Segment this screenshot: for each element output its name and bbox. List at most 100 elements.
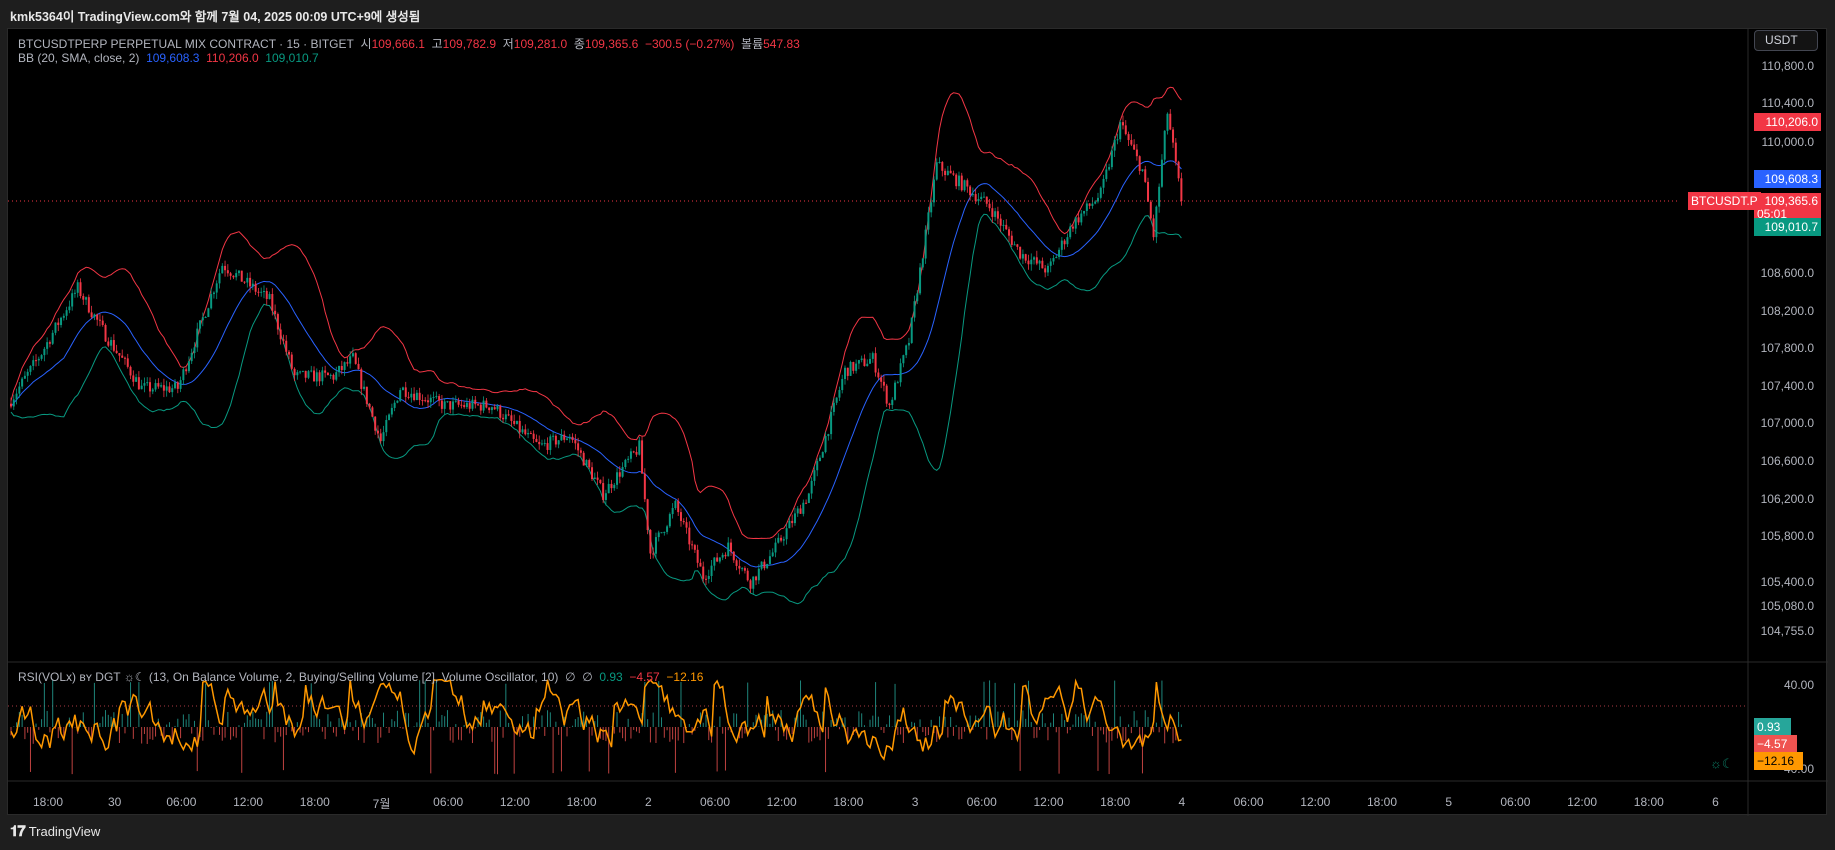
candle-body	[535, 438, 538, 442]
candle-body	[454, 400, 457, 402]
candle-body	[955, 174, 958, 187]
candle-body	[735, 560, 738, 566]
time-tick: 12:00	[1567, 795, 1598, 809]
currency-button[interactable]: USDT	[1754, 30, 1818, 51]
candle-body	[1158, 186, 1161, 207]
candle-body	[187, 361, 190, 372]
candle-body	[791, 520, 794, 524]
candle-body	[432, 396, 435, 398]
candle-body	[1083, 210, 1086, 214]
candle-body	[232, 275, 235, 278]
symbol-name[interactable]: BTCUSDTPERP PERPETUAL MIX CONTRACT · 15 …	[18, 37, 354, 51]
candle-body	[1160, 159, 1163, 187]
high-value: 109,782.9	[442, 37, 497, 51]
symbol-tag: BTCUSDT.P	[1688, 192, 1761, 210]
candle-body	[146, 382, 149, 384]
tv-logo-icon: 𝟏𝟕	[10, 823, 26, 840]
candle-body	[396, 400, 399, 403]
candle-body	[488, 407, 491, 411]
oscillator-title[interactable]: RSI(VOLx) ʙʏ DGT ☼☾ (13, On Balance Volu…	[18, 670, 558, 684]
candle-body	[652, 553, 655, 555]
time-tick: 06:00	[433, 795, 464, 809]
candle-body	[313, 370, 316, 382]
candle-body	[896, 382, 899, 384]
chart-frame[interactable]: BTCUSDTPERP PERPETUAL MIX CONTRACT · 15 …	[7, 28, 1828, 816]
candle-body	[685, 522, 688, 528]
candle-body	[251, 283, 254, 287]
candle-body	[151, 389, 154, 392]
candle-body	[938, 162, 941, 164]
candle-body	[802, 502, 805, 514]
candle-body	[524, 429, 527, 435]
candle-body	[126, 358, 129, 367]
candle-body	[301, 370, 304, 372]
candle-body	[1002, 224, 1005, 226]
candle-body	[1147, 181, 1150, 202]
candle-body	[835, 397, 838, 403]
candle-body	[368, 403, 371, 408]
candle-body	[1105, 169, 1108, 179]
candle-body	[902, 355, 905, 364]
candle-body	[629, 451, 632, 459]
candle-body	[427, 400, 429, 403]
candle-body	[118, 353, 121, 356]
candle-body	[571, 436, 574, 440]
candle-body	[48, 342, 51, 344]
candle-body	[421, 400, 424, 402]
candle-body	[463, 405, 466, 408]
candle-body	[1055, 256, 1058, 259]
candle-body	[196, 328, 199, 348]
candle-body	[304, 370, 307, 378]
candle-body	[718, 557, 721, 562]
candle-body	[176, 382, 179, 389]
candle-body	[276, 314, 279, 330]
candle-body	[174, 382, 177, 389]
bb-upper-value: 110,206.0	[206, 51, 259, 65]
candle-body	[54, 322, 57, 333]
candle-body	[944, 170, 947, 176]
osc-value-3-tag: −12.16	[1754, 752, 1803, 770]
osc-value-2-tag: −4.57	[1754, 735, 1797, 753]
candle-body	[696, 549, 699, 563]
change-value: −300.5 (−0.27%)	[644, 37, 735, 51]
candle-body	[743, 568, 746, 571]
candle-body	[410, 393, 413, 398]
time-tick: 18:00	[299, 795, 330, 809]
candle-body	[162, 385, 165, 391]
candle-body	[766, 563, 769, 569]
candle-body	[343, 362, 346, 370]
candle-body	[154, 383, 157, 390]
time-tick: 30	[108, 795, 122, 809]
candle-body	[899, 363, 902, 383]
candle-body	[379, 433, 382, 442]
candle-body	[243, 281, 246, 283]
candle-body	[971, 194, 974, 196]
candle-body	[752, 576, 755, 589]
candle-body	[654, 537, 657, 554]
candle-body	[894, 382, 897, 400]
candle-body	[123, 357, 126, 359]
candle-body	[579, 450, 582, 453]
candle-body	[282, 339, 285, 341]
candle-body	[980, 196, 983, 200]
candle-body	[1166, 113, 1169, 131]
candle-body	[1108, 167, 1111, 170]
tradingview-logo[interactable]: 𝟏𝟕 TradingView	[10, 823, 100, 840]
candle-body	[891, 399, 894, 406]
candle-body	[168, 386, 171, 393]
candle-body	[582, 452, 585, 466]
candle-body	[1174, 142, 1177, 162]
candle-body	[335, 372, 338, 380]
bb-name[interactable]: BB (20, SMA, close, 2)	[18, 51, 139, 65]
candle-body	[755, 576, 758, 581]
candle-body	[1127, 134, 1130, 141]
chart-canvas[interactable]	[8, 29, 1828, 816]
candle-body	[916, 293, 919, 302]
candle-body	[999, 218, 1002, 226]
candle-body	[838, 390, 841, 398]
candle-body	[713, 557, 716, 566]
candle-body	[1130, 140, 1133, 145]
candle-body	[885, 385, 888, 404]
price-tick: 107,400.0	[1760, 378, 1814, 393]
candle-body	[527, 433, 530, 435]
